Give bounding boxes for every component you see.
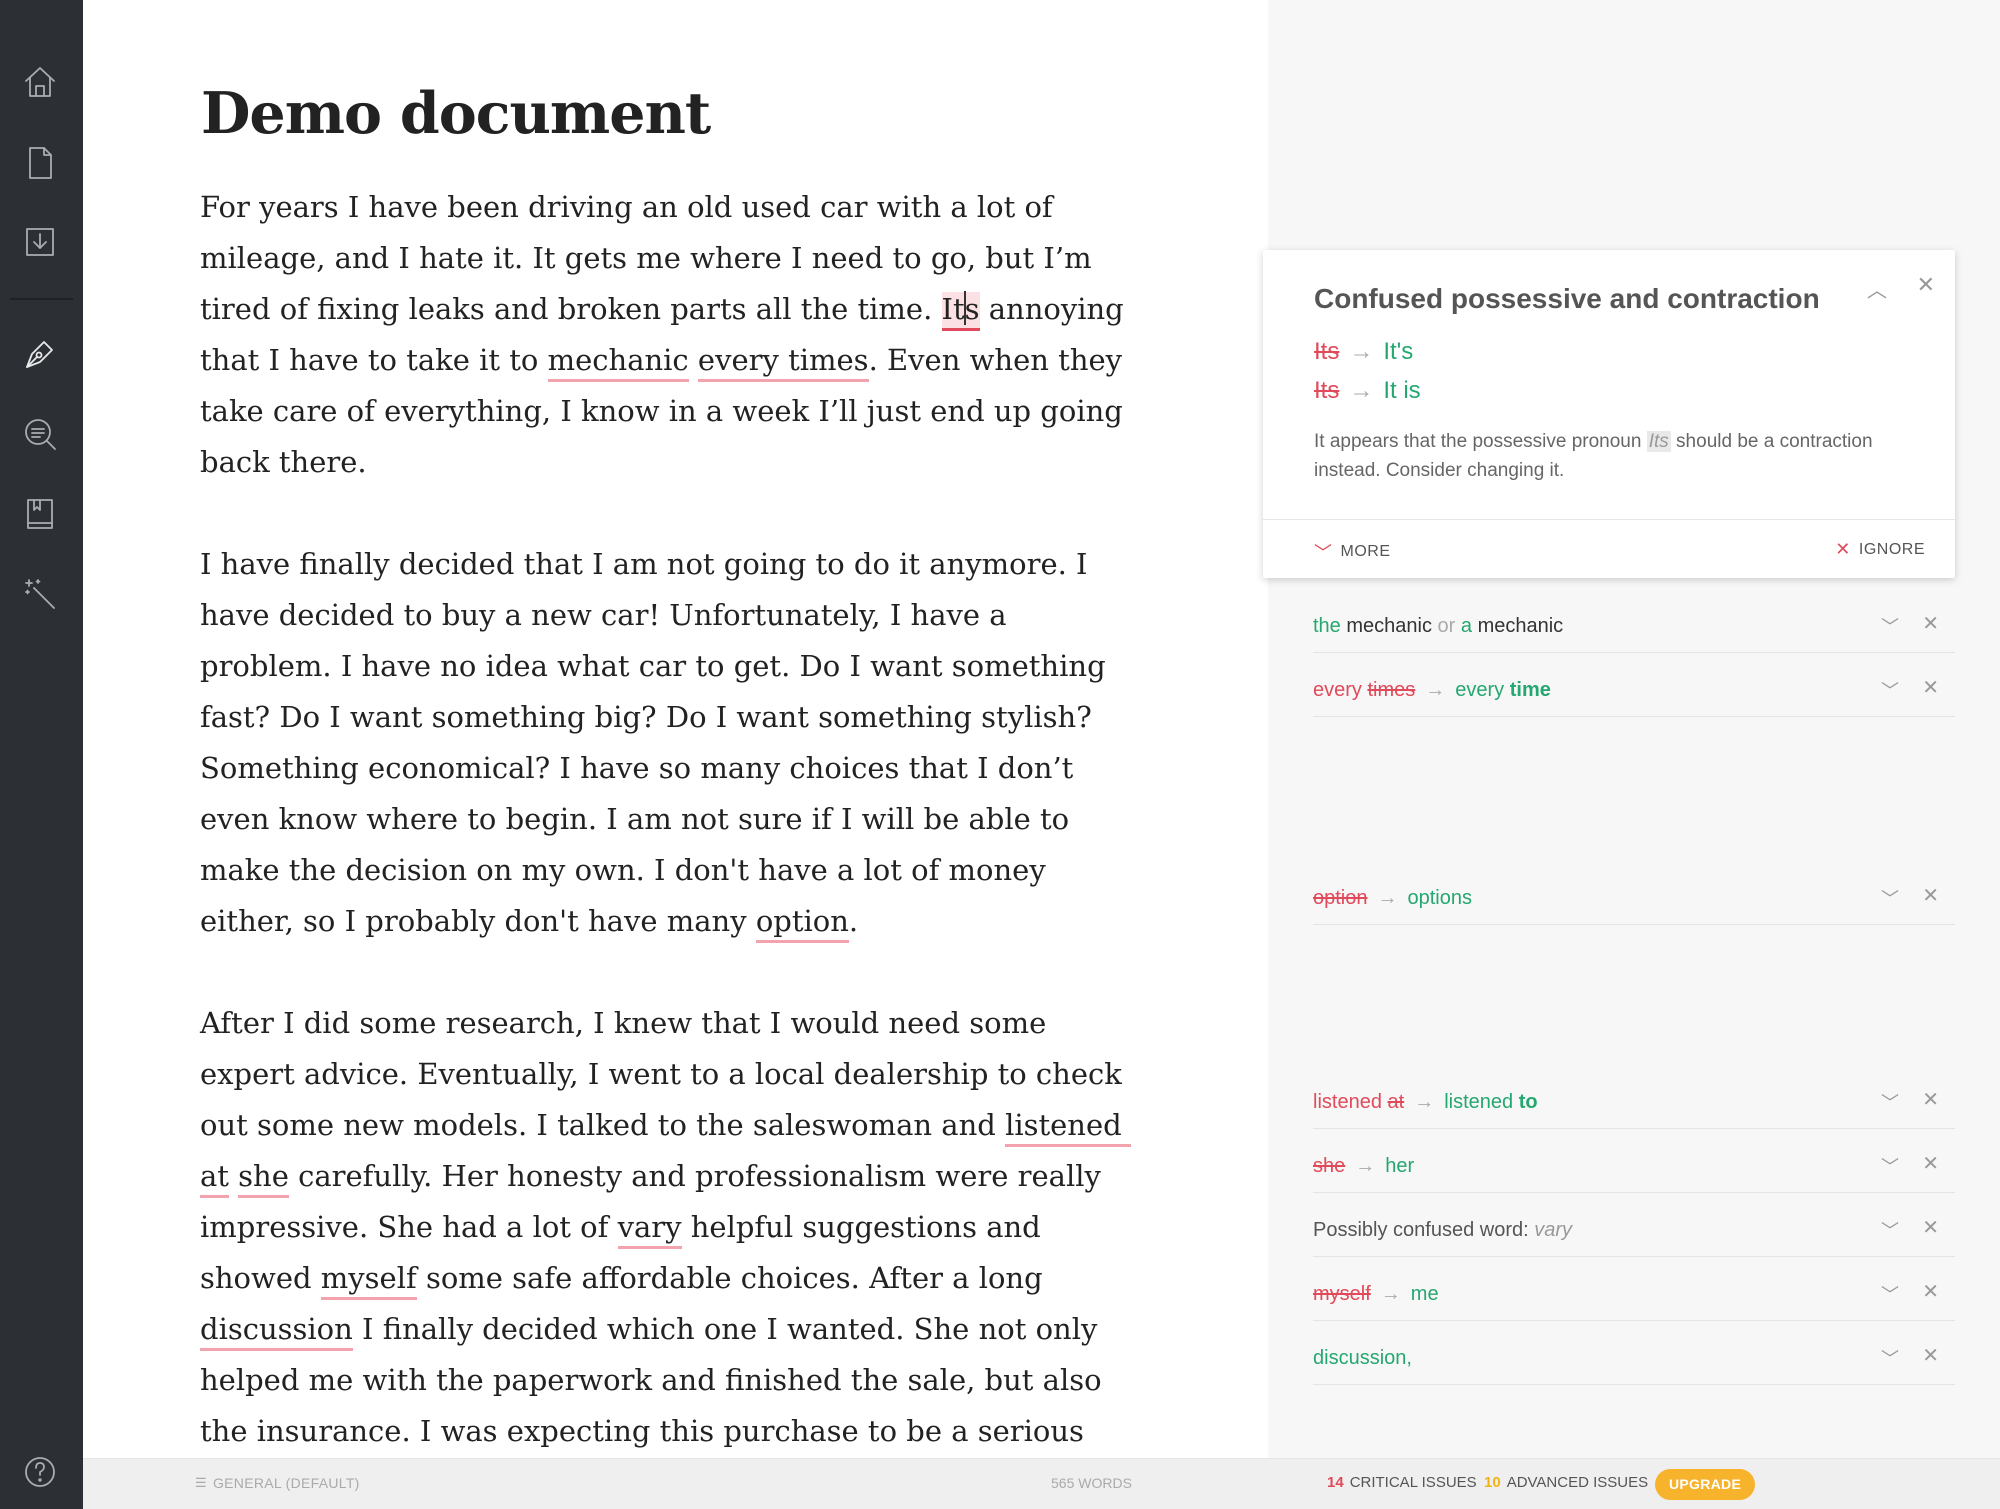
chevron-up-icon[interactable]: ︿ bbox=[1867, 274, 1887, 303]
close-icon: ✕ bbox=[1835, 539, 1851, 559]
writing-mode-selector[interactable]: ☰ GENERAL (DEFAULT) bbox=[195, 1475, 360, 1491]
upgrade-button[interactable]: UPGRADE bbox=[1655, 1469, 1756, 1500]
flagged-word-she[interactable]: she bbox=[238, 1159, 289, 1198]
chevron-down-icon[interactable]: ﹀ bbox=[1881, 1345, 1899, 1371]
text-run bbox=[229, 1159, 238, 1193]
text-run: some safe affordable choices. After a lo… bbox=[416, 1261, 1052, 1295]
text-run: I have finally decided that I am not goi… bbox=[200, 547, 1115, 938]
status-bar: ☰ GENERAL (DEFAULT) 565 WORDS 14 CRITICAL … bbox=[83, 1458, 2000, 1509]
close-icon[interactable]: ✕ bbox=[1922, 883, 1939, 908]
flagged-word-option[interactable]: option bbox=[755, 904, 849, 943]
chevron-down-icon[interactable]: ﹀ bbox=[1881, 613, 1899, 639]
flagged-word-every-times[interactable]: every times bbox=[697, 343, 869, 382]
issue-item-discussion[interactable]: discussion, ﹀ ✕ bbox=[1313, 1321, 1955, 1385]
sidebar-divider bbox=[10, 298, 73, 300]
close-icon[interactable]: ✕ bbox=[1917, 272, 1935, 298]
critical-issues-count[interactable]: 14 CRITICAL ISSUES bbox=[1327, 1474, 1477, 1491]
document-body[interactable]: For years I have been driving an old use… bbox=[200, 182, 1140, 1458]
pen-icon[interactable] bbox=[20, 334, 60, 374]
close-icon[interactable]: ✕ bbox=[1922, 1087, 1939, 1112]
word-count: 565 WORDS bbox=[1051, 1475, 1132, 1491]
close-icon[interactable]: ✕ bbox=[1922, 675, 1939, 700]
issue-item-mechanic[interactable]: the mechanic or a mechanic ﹀ ✕ bbox=[1313, 589, 1955, 653]
text-run: . bbox=[848, 904, 859, 938]
menu-icon: ☰ bbox=[195, 1475, 207, 1490]
card-divider bbox=[1263, 519, 1955, 520]
chevron-down-icon[interactable]: ﹀ bbox=[1881, 885, 1899, 911]
issue-card-title: Confused possessive and contraction bbox=[1314, 283, 1820, 314]
search-icon[interactable] bbox=[20, 414, 60, 454]
flagged-word-mechanic[interactable]: mechanic bbox=[547, 343, 689, 382]
chevron-down-icon[interactable]: ﹀ bbox=[1881, 1217, 1899, 1243]
chevron-down-icon[interactable]: ﹀ bbox=[1881, 1153, 1899, 1179]
close-icon[interactable]: ✕ bbox=[1922, 1279, 1939, 1304]
suggestion-its-to-it-s[interactable]: Its → It's bbox=[1314, 338, 1413, 366]
suggestion-its-to-it-is[interactable]: Its → It is bbox=[1314, 377, 1421, 405]
download-icon[interactable] bbox=[20, 222, 60, 262]
flagged-word-myself[interactable]: myself bbox=[320, 1261, 417, 1300]
chevron-down-icon[interactable]: ﹀ bbox=[1881, 1281, 1899, 1307]
flagged-word-its[interactable]: Its bbox=[941, 291, 980, 331]
flagged-word-vary[interactable]: vary bbox=[617, 1210, 682, 1249]
ignore-button[interactable]: ✕ IGNORE bbox=[1835, 539, 1925, 560]
issue-item-myself[interactable]: myself → me ﹀ ✕ bbox=[1313, 1257, 1955, 1321]
paragraph-3[interactable]: After I did some research, I knew that I… bbox=[200, 998, 1140, 1458]
chevron-down-icon[interactable]: ﹀ bbox=[1881, 1089, 1899, 1115]
flagged-word-discussion[interactable]: discussion bbox=[200, 1312, 353, 1351]
close-icon[interactable]: ✕ bbox=[1922, 1215, 1939, 1240]
home-icon[interactable] bbox=[20, 62, 60, 102]
text-run: After I did some research, I knew that I… bbox=[200, 1006, 1132, 1142]
book-icon[interactable] bbox=[20, 494, 60, 534]
chevron-down-icon[interactable]: ﹀ bbox=[1881, 677, 1899, 703]
issue-item-option[interactable]: option → options ﹀ ✕ bbox=[1313, 861, 1955, 925]
paragraph-1[interactable]: For years I have been driving an old use… bbox=[200, 182, 1140, 488]
issue-item-every-times[interactable]: every times → every time ﹀ ✕ bbox=[1313, 653, 1955, 717]
issue-description: It appears that the possessive pronoun I… bbox=[1314, 431, 1873, 481]
arrow-icon: → bbox=[1349, 338, 1374, 365]
issue-item-listened-at[interactable]: listened at → listened to ﹀ ✕ bbox=[1313, 1065, 1955, 1129]
advanced-issues-count[interactable]: 10 ADVANCED ISSUES bbox=[1484, 1474, 1648, 1491]
text-run bbox=[689, 343, 698, 377]
document-title[interactable]: Demo document bbox=[201, 80, 711, 147]
issue-item-vary[interactable]: Possibly confused word: vary ﹀ ✕ bbox=[1313, 1193, 1955, 1257]
magic-wand-icon[interactable] bbox=[20, 574, 60, 614]
close-icon[interactable]: ✕ bbox=[1922, 1151, 1939, 1176]
close-icon[interactable]: ✕ bbox=[1922, 611, 1939, 636]
issue-item-she[interactable]: she → her ﹀ ✕ bbox=[1313, 1129, 1955, 1193]
new-document-icon[interactable] bbox=[20, 143, 60, 183]
issue-card-expanded[interactable]: Confused possessive and contraction ︿ ✕ … bbox=[1263, 250, 1955, 578]
arrow-icon: → bbox=[1349, 377, 1374, 404]
more-button[interactable]: ﹀ MORE bbox=[1314, 539, 1391, 565]
sidebar bbox=[0, 0, 83, 1509]
help-icon[interactable] bbox=[20, 1452, 60, 1492]
editor[interactable]: Demo document For years I have been driv… bbox=[83, 0, 1268, 1458]
close-icon[interactable]: ✕ bbox=[1922, 1343, 1939, 1368]
chevron-down-icon: ﹀ bbox=[1314, 543, 1333, 563]
paragraph-2[interactable]: I have finally decided that I am not goi… bbox=[200, 539, 1140, 947]
